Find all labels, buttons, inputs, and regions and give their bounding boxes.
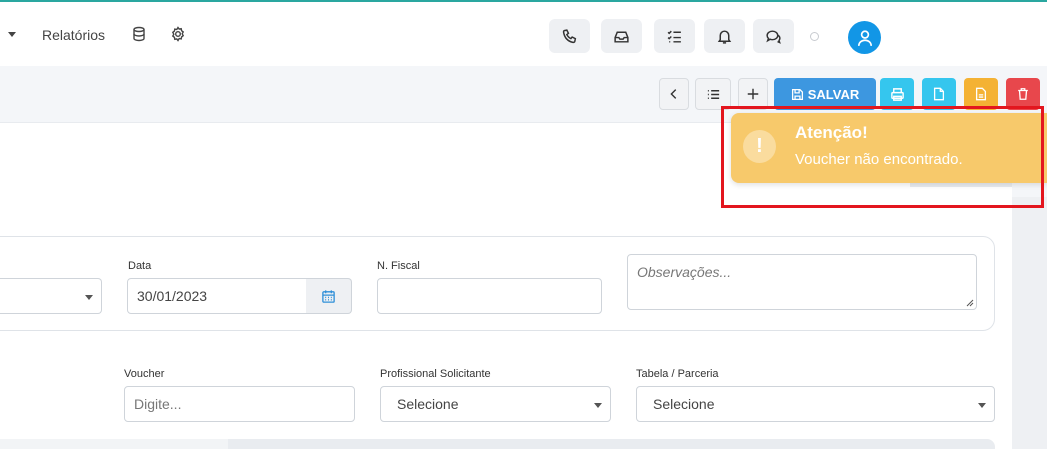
user-icon [857, 29, 872, 46]
printer-icon [890, 87, 904, 101]
notes-textarea[interactable]: Observações... [627, 254, 977, 310]
database-icon[interactable] [131, 26, 147, 42]
top-navbar: Relatórios [0, 0, 1047, 66]
chat-button[interactable] [753, 19, 794, 53]
date-label: Data [128, 260, 152, 272]
voucher-input[interactable]: Digite... [124, 386, 355, 422]
back-button[interactable] [659, 78, 689, 110]
avatar[interactable] [848, 21, 881, 54]
phone-icon [562, 28, 577, 43]
file-text-icon [975, 87, 987, 101]
status-indicator [810, 32, 819, 41]
notifications-button[interactable] [704, 19, 745, 53]
calendar-icon [322, 289, 335, 303]
date-value: 30/01/2023 [137, 288, 208, 304]
reports-link[interactable]: Relatórios [42, 27, 105, 43]
chevron-down-icon [978, 403, 986, 408]
professional-select[interactable]: Selecione [380, 386, 611, 422]
section-tab-active[interactable] [0, 439, 228, 449]
chevron-left-icon [670, 89, 677, 99]
menu-caret-icon[interactable] [8, 32, 16, 37]
notes-placeholder: Observações... [637, 264, 732, 280]
date-input[interactable]: 30/01/2023 [127, 278, 307, 314]
professional-value: Selecione [397, 396, 459, 412]
trash-icon [1018, 88, 1028, 100]
calendar-button[interactable] [306, 278, 352, 314]
document-icon [933, 87, 945, 101]
list-icon [707, 89, 719, 99]
phone-button[interactable] [549, 19, 590, 53]
inbox-icon [614, 31, 629, 43]
chat-icon [766, 29, 781, 44]
tasks-icon [667, 30, 681, 43]
table-label: Tabela / Parceria [636, 368, 719, 380]
tasks-button[interactable] [654, 19, 695, 53]
toast-highlight-box [721, 106, 1044, 208]
voucher-label: Voucher [124, 368, 165, 380]
table-value: Selecione [653, 396, 715, 412]
resize-grip-icon[interactable] [966, 299, 974, 307]
voucher-placeholder: Digite... [134, 396, 182, 412]
gear-icon[interactable] [170, 26, 186, 42]
fiscal-label: N. Fiscal [377, 260, 420, 272]
plus-icon [747, 88, 759, 100]
table-select[interactable]: Selecione [636, 386, 995, 422]
bell-icon [717, 29, 732, 44]
inbox-button[interactable] [601, 19, 642, 53]
fiscal-input[interactable] [377, 278, 602, 314]
floppy-disk-icon [791, 88, 803, 100]
chevron-down-icon [85, 295, 93, 300]
chevron-down-icon [594, 403, 602, 408]
scrollbar-gutter[interactable] [1012, 197, 1047, 449]
left-select[interactable] [0, 278, 102, 314]
professional-label: Profissional Solicitante [380, 368, 491, 380]
save-button-label: SALVAR [807, 86, 860, 102]
